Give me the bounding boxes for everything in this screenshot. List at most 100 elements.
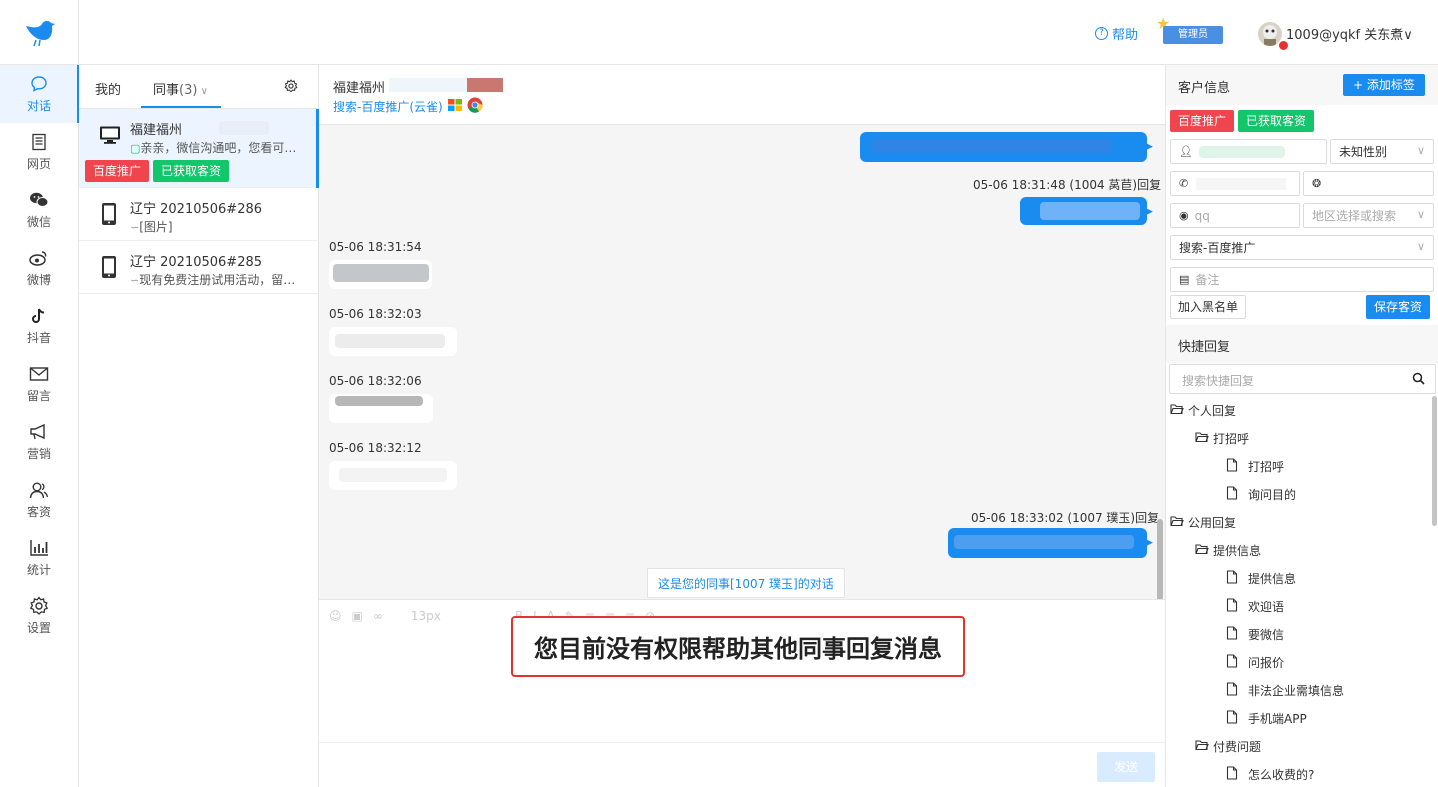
tree-folder[interactable]: 公用回复 — [1170, 514, 1236, 531]
admin-badge: 管理员 — [1163, 26, 1223, 44]
main-nav: 对话 网页 微信 微博 抖音 留言 营销 客资 统计 设置 — [0, 65, 79, 787]
nav-item-customers[interactable]: 客资 — [0, 471, 78, 529]
source-value: 搜索-百度推广 — [1179, 241, 1256, 255]
chat-title: 福建福州 — [333, 81, 386, 96]
nav-item-message[interactable]: 留言 — [0, 355, 78, 413]
qq-field[interactable]: ◉ qq — [1170, 203, 1300, 228]
redacted-blur — [1040, 202, 1140, 220]
nav-item-stats[interactable]: 统计 — [0, 529, 78, 587]
customer-info-header: 客户信息 + 添加标签 — [1166, 65, 1438, 105]
tree-item[interactable]: 问报价 — [1226, 654, 1284, 671]
wechat-icon: ❂ — [1312, 177, 1322, 190]
redacted-blur — [1198, 145, 1285, 158]
tree-label: 提供信息 — [1248, 572, 1297, 586]
web-page-icon — [29, 132, 49, 152]
folder-open-icon — [1195, 431, 1209, 446]
gender-select[interactable]: 未知性别 ∨ — [1330, 139, 1434, 164]
search-icon[interactable] — [1412, 372, 1425, 389]
nav-item-marketing[interactable]: 营销 — [0, 413, 78, 471]
tag-baidu[interactable]: 百度推广 — [1170, 110, 1235, 132]
tree-folder[interactable]: 个人回复 — [1170, 402, 1236, 419]
qq-placeholder: qq — [1194, 208, 1210, 223]
nav-label: 微信 — [26, 215, 51, 229]
tab-mine[interactable]: 我的 — [95, 79, 121, 98]
conversation-item[interactable]: 福建福州 ▢亲亲，微信沟通吧，您看可以吗 百度推广 已获取客资 — [79, 109, 319, 188]
message-timestamp: 05-06 18:31:54 — [329, 240, 422, 254]
help-link[interactable]: ? 帮助 — [1095, 24, 1138, 43]
desktop-icon — [99, 125, 121, 149]
nav-item-web[interactable]: 网页 — [0, 123, 78, 181]
chat-source: 搜索-百度推广(云雀) — [333, 97, 483, 116]
tree-item[interactable]: 非法企业需填信息 — [1226, 682, 1344, 699]
quick-reply-scrollbar[interactable] — [1432, 396, 1437, 526]
list-settings-gear-icon[interactable] — [284, 79, 298, 97]
nav-item-settings[interactable]: 设置 — [0, 587, 78, 645]
file-icon — [1226, 598, 1238, 615]
redacted-blur — [335, 396, 423, 406]
tree-item[interactable]: 手机端APP — [1226, 710, 1307, 727]
nav-item-chat[interactable]: 对话 — [0, 65, 79, 123]
emoji-icon[interactable]: ☺ — [329, 609, 342, 623]
font-size-select[interactable]: 13px — [411, 609, 441, 623]
blacklist-button[interactable]: 加入黑名单 — [1170, 295, 1247, 319]
conversation-item[interactable]: 辽宁 20210506#286 ∽[图片] — [79, 188, 318, 241]
nav-item-weibo[interactable]: 微博 — [0, 239, 78, 297]
tab-colleague[interactable]: 同事(3) ∨ — [153, 79, 208, 98]
chat-source-text: 搜索-百度推广(云雀) — [333, 100, 443, 114]
source-select[interactable]: 搜索-百度推广 ∨ — [1170, 235, 1434, 260]
tree-folder[interactable]: 提供信息 — [1195, 542, 1261, 559]
nav-item-wechat[interactable]: 微信 — [0, 181, 78, 239]
tag-lead-captured[interactable]: 已获取客资 — [1238, 110, 1315, 132]
nav-item-douyin[interactable]: 抖音 — [0, 297, 78, 355]
wechat-field[interactable]: ❂ — [1303, 171, 1434, 196]
tree-item[interactable]: 要微信 — [1226, 626, 1284, 643]
send-button[interactable]: 发送 — [1097, 752, 1155, 782]
redacted-blur — [389, 78, 469, 92]
quick-reply-header: 快捷回复 — [1166, 325, 1438, 363]
nav-label: 留言 — [26, 389, 51, 403]
quick-reply-search-input[interactable]: 搜索快捷回复 — [1169, 364, 1436, 394]
tree-label: 询问目的 — [1248, 488, 1297, 502]
top-bar: ? 帮助 ★ 管理员 1009@yqkf 关东煮∨ — [0, 0, 1438, 65]
conversation-item[interactable]: 辽宁 20210506#285 ∽现有免费注册试用活动，留个联系方式 — [79, 241, 318, 294]
message-bubble-incoming — [329, 394, 433, 423]
user-menu[interactable]: 1009@yqkf 关东煮∨ — [1286, 24, 1413, 43]
link-icon[interactable]: ∞ — [373, 609, 383, 623]
customer-info-title: 客户信息 — [1178, 81, 1231, 96]
image-icon[interactable]: ▣ — [352, 609, 363, 623]
message-editor: ☺ ▣ ∞ 13px B I A ✎ ≡ ≡ ≡ ⊘ 您目前没有权限帮助其他同事… — [319, 599, 1165, 787]
message-scrollbar[interactable] — [1157, 519, 1163, 599]
note-icon: ▤ — [1179, 273, 1190, 286]
tree-item[interactable]: 询问目的 — [1226, 486, 1296, 503]
folder-open-icon — [1170, 403, 1184, 418]
tree-label: 怎么收费的? — [1248, 768, 1315, 782]
nav-label: 对话 — [26, 99, 51, 113]
phone-field[interactable]: ✆ — [1170, 171, 1300, 196]
file-icon — [1226, 626, 1238, 643]
tree-item[interactable]: 怎么收费的? — [1226, 766, 1314, 783]
name-field[interactable]: 👤︎ — [1170, 139, 1327, 164]
tab-colleague-count: (3) — [179, 83, 198, 98]
conversation-preview-text: 现有免费注册试用活动，留个联系方式 — [139, 273, 302, 287]
add-tag-button[interactable]: + 添加标签 — [1343, 74, 1425, 96]
chevron-down-icon: ∨ — [1416, 240, 1425, 253]
help-label: 帮助 — [1112, 28, 1139, 43]
windows-icon — [447, 98, 463, 115]
tree-folder[interactable]: 打招呼 — [1195, 430, 1249, 447]
customer-panel: 客户信息 + 添加标签 百度推广 已获取客资 👤︎ 未知性别 ∨ ✆ ❂ ◉ q… — [1165, 65, 1438, 787]
tree-item[interactable]: 打招呼 — [1226, 458, 1284, 475]
chat-panel: 福建福州 搜索-百度推广(云雀) ▶ 05-06 18:31:48 (1004 … — [319, 65, 1165, 787]
tag-baidu: 百度推广 — [85, 160, 150, 182]
tree-item[interactable]: 提供信息 — [1226, 570, 1296, 587]
tree-label: 打招呼 — [1248, 460, 1285, 474]
message-bubble-outgoing — [1020, 197, 1147, 225]
save-customer-button[interactable]: 保存客资 — [1366, 295, 1431, 319]
tree-label: 非法企业需填信息 — [1248, 684, 1345, 698]
tree-folder[interactable]: 付费问题 — [1195, 738, 1261, 755]
message-bubble-incoming — [329, 327, 457, 356]
app-logo[interactable] — [0, 0, 79, 65]
remark-field[interactable]: ▤ 备注 — [1170, 267, 1434, 292]
region-select[interactable]: 地区选择或搜索 ∨ — [1303, 203, 1434, 228]
nav-label: 统计 — [26, 563, 51, 577]
tree-item[interactable]: 欢迎语 — [1226, 598, 1284, 615]
